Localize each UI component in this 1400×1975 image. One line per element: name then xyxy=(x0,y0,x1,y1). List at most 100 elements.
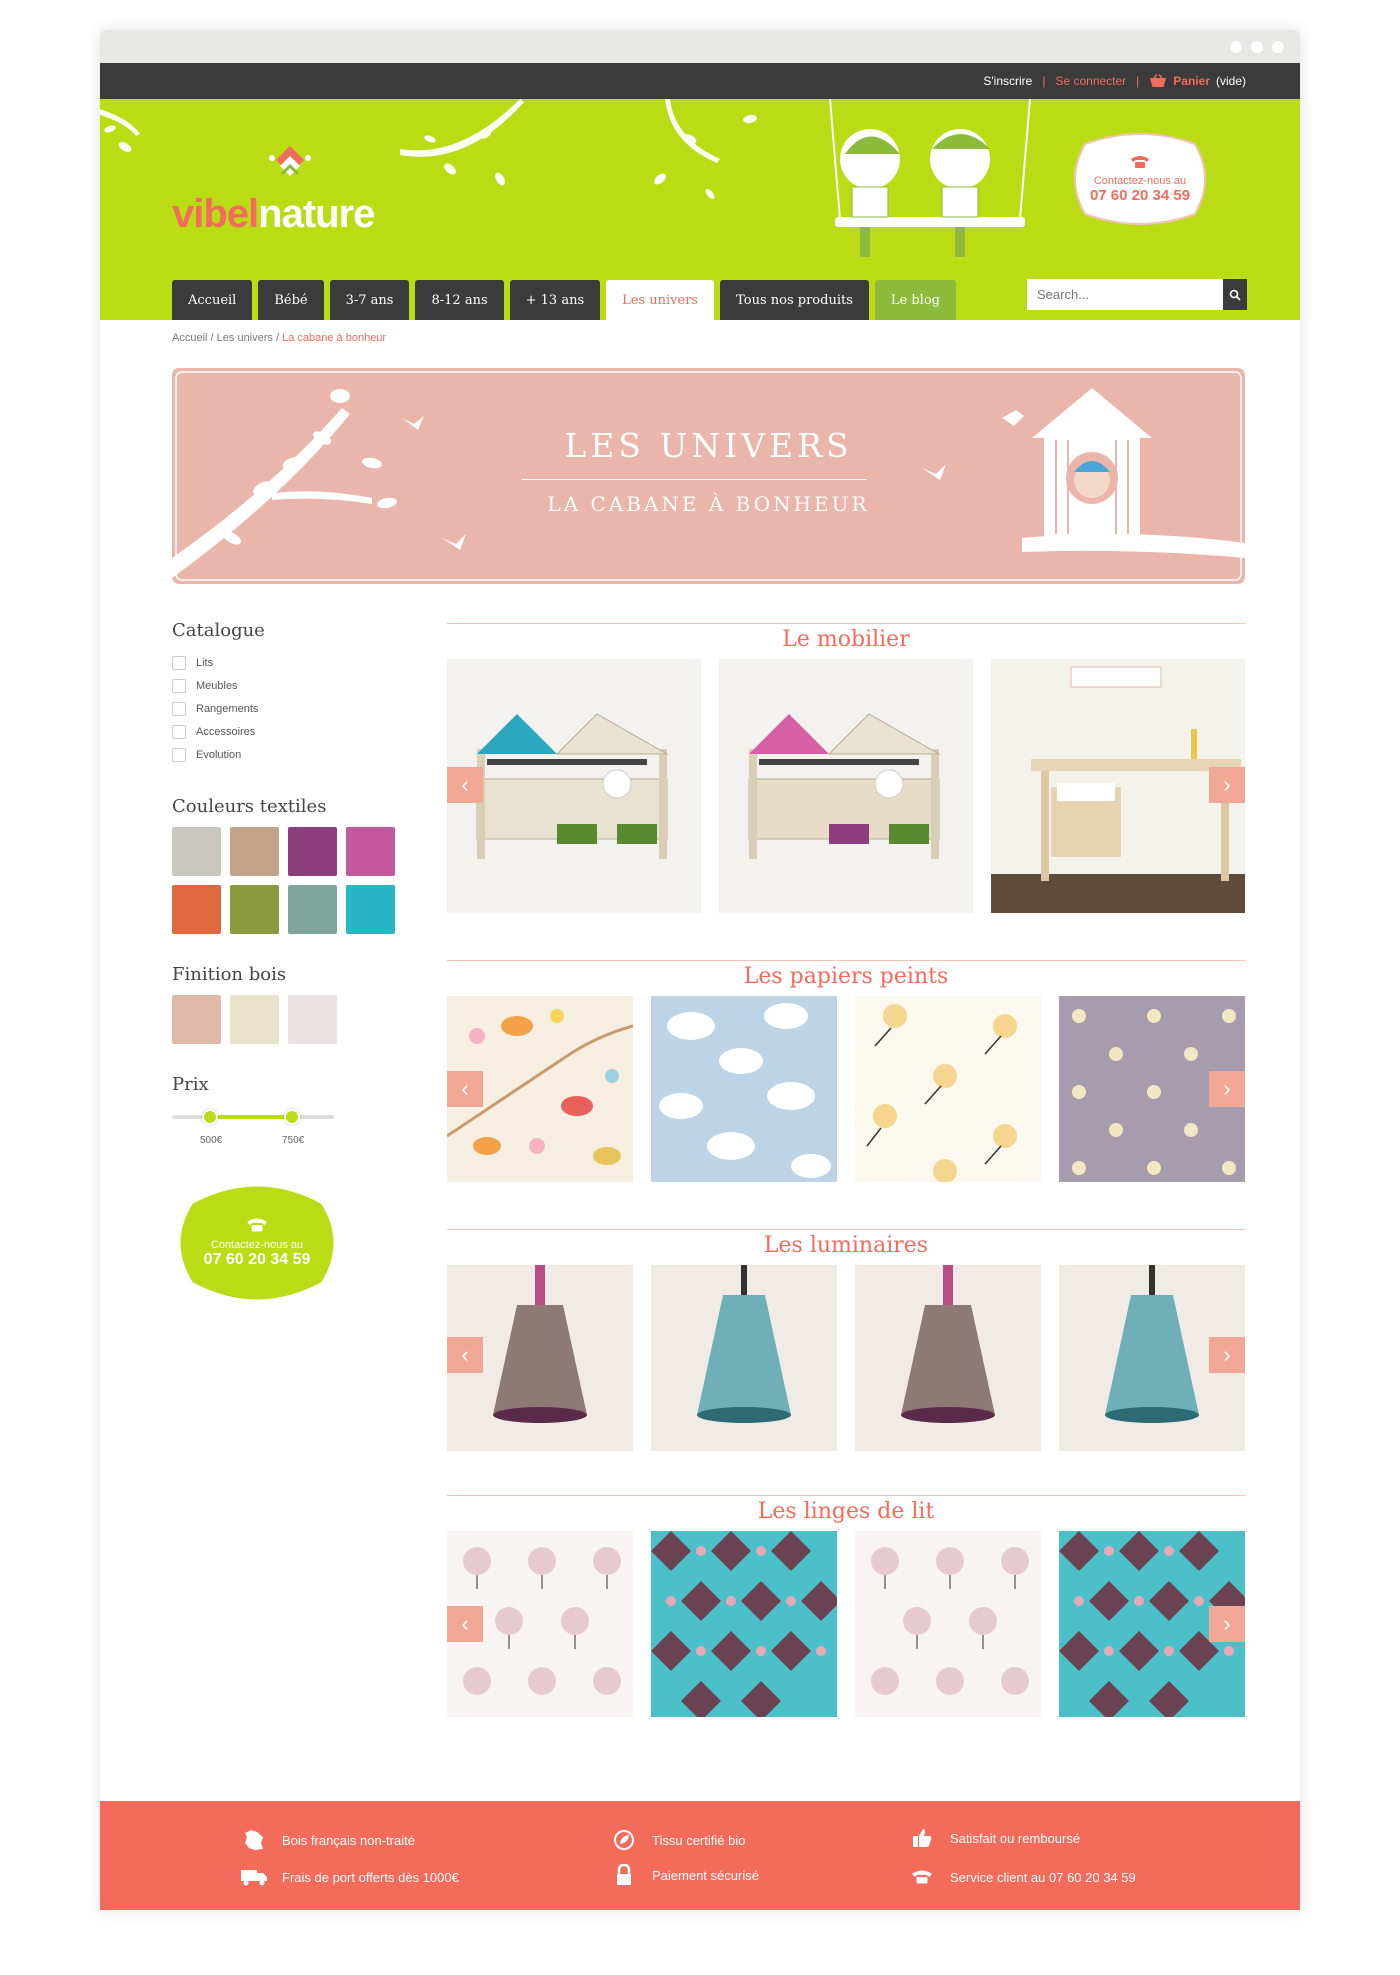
breadcrumb-sep: / xyxy=(275,332,280,344)
trees-wallpaper-image xyxy=(866,1004,1017,1182)
cart-link[interactable]: Panier (vide) xyxy=(1149,74,1246,88)
catalogue-item[interactable]: Lits xyxy=(172,651,412,674)
search-input[interactable] xyxy=(1027,279,1223,310)
checkbox[interactable] xyxy=(172,724,186,739)
textile-swatch[interactable] xyxy=(288,885,337,934)
tree-fabric-image xyxy=(871,1547,1029,1695)
wood-swatch[interactable] xyxy=(172,995,221,1044)
catalogue-item[interactable]: Accessoires xyxy=(172,720,412,743)
carousel-prev-button[interactable]: ‹ xyxy=(447,1071,483,1107)
product-tile[interactable] xyxy=(991,659,1245,913)
textile-swatch[interactable] xyxy=(230,827,279,876)
nav-tab-blog[interactable]: Le blog xyxy=(874,280,956,320)
brand-part-1: vibel xyxy=(172,192,259,236)
browser-chrome xyxy=(100,30,1300,63)
hero-divider xyxy=(522,479,867,480)
brand-logo[interactable]: vibelnature xyxy=(172,144,412,236)
catalogue-item-label: Evolution xyxy=(196,748,242,761)
textile-swatch[interactable] xyxy=(346,827,395,876)
carousel-next-button[interactable]: › xyxy=(1209,767,1245,803)
nav-tab-13plus[interactable]: + 13 ans xyxy=(509,280,601,320)
product-carousel: ‹ › xyxy=(447,1531,1245,1717)
sidebar-contact-badge[interactable]: Contactez-nous au 07 60 20 34 59 xyxy=(172,1173,342,1313)
carousel-next-button[interactable]: › xyxy=(1209,1071,1245,1107)
window-dot-icon[interactable] xyxy=(1251,41,1263,53)
france-map-icon xyxy=(240,1829,268,1851)
search-button[interactable] xyxy=(1223,279,1247,310)
site-header: vibelnature Contactez-nous au 07 60 20 3… xyxy=(100,99,1300,320)
footer-item: Satisfait ou remboursé xyxy=(908,1827,1080,1849)
price-min-handle[interactable] xyxy=(202,1109,218,1125)
chevron-right-icon: › xyxy=(1223,1076,1231,1101)
textile-swatch[interactable] xyxy=(288,827,337,876)
breadcrumb: Accueil / Les univers / La cabane à bonh… xyxy=(172,332,386,344)
thumbs-up-icon xyxy=(908,1827,936,1849)
nav-tab-accueil[interactable]: Accueil xyxy=(172,280,253,320)
carousel-next-button[interactable]: › xyxy=(1209,1337,1245,1373)
brand-part-2: nature xyxy=(258,192,375,236)
leaf-logo-icon xyxy=(269,146,311,176)
product-tile[interactable] xyxy=(855,996,1041,1182)
carousel-prev-button[interactable]: ‹ xyxy=(447,1337,483,1373)
product-tile[interactable] xyxy=(447,659,701,913)
contact-phone: 07 60 20 34 59 xyxy=(1089,186,1191,204)
footer: Bois français non-traité Tissu certifié … xyxy=(100,1801,1300,1910)
nav-tab-produits[interactable]: Tous nos produits xyxy=(720,280,869,320)
product-tile[interactable] xyxy=(651,996,837,1182)
carousel-prev-button[interactable]: ‹ xyxy=(447,767,483,803)
wood-swatch[interactable] xyxy=(288,995,337,1044)
nav-tab-bebe[interactable]: Bébé xyxy=(258,280,324,320)
textile-swatch[interactable] xyxy=(172,827,221,876)
wood-title: Finition bois xyxy=(172,964,287,985)
section-papiers-peints: Les papiers peints ‹ › xyxy=(447,960,1245,1190)
header-contact-bubble[interactable]: Contactez-nous au 07 60 20 34 59 xyxy=(1065,124,1215,234)
breadcrumb-univers[interactable]: Les univers xyxy=(217,332,273,344)
catalogue-item-label: Rangements xyxy=(196,702,259,715)
section-title: Les linges de lit xyxy=(757,1499,935,1524)
price-slider[interactable]: 500€ 750€ xyxy=(172,1105,412,1165)
checkbox[interactable] xyxy=(172,678,186,693)
checkbox[interactable] xyxy=(172,655,186,670)
carousel-prev-button[interactable]: ‹ xyxy=(447,1606,483,1642)
catalogue-title: Catalogue xyxy=(172,620,265,641)
textile-swatch[interactable] xyxy=(230,885,279,934)
window-dot-icon[interactable] xyxy=(1230,41,1242,53)
catalogue-item[interactable]: Meubles xyxy=(172,674,412,697)
price-max-handle[interactable] xyxy=(284,1109,300,1125)
checkbox[interactable] xyxy=(172,701,186,716)
cart-label: Panier xyxy=(1173,74,1210,88)
wood-swatch[interactable] xyxy=(230,995,279,1044)
carousel-next-button[interactable]: › xyxy=(1209,1606,1245,1642)
sidebar: Catalogue Lits Meubles Rangements Access… xyxy=(172,620,412,1313)
product-tile[interactable] xyxy=(855,1265,1041,1451)
product-tile[interactable] xyxy=(719,659,973,913)
section-rule xyxy=(447,1229,1245,1230)
leaf-icon xyxy=(610,1829,638,1851)
signup-link[interactable]: S'inscrire xyxy=(983,74,1032,88)
contact-label: Contactez-nous au xyxy=(1093,174,1187,187)
chevron-left-icon: ‹ xyxy=(461,1611,469,1636)
checkbox[interactable] xyxy=(172,747,186,762)
cabin-bed-image xyxy=(748,713,941,859)
login-link[interactable]: Se connecter xyxy=(1055,74,1126,88)
nav-tab-3-7[interactable]: 3-7 ans xyxy=(329,280,410,320)
footer-item-label: Service client au 07 60 20 34 59 xyxy=(950,1869,1136,1885)
catalogue-item-label: Lits xyxy=(196,656,214,669)
product-carousel: ‹ › xyxy=(447,996,1245,1182)
catalogue-item[interactable]: Rangements xyxy=(172,697,412,720)
window-dot-icon[interactable] xyxy=(1272,41,1284,53)
chevron-right-icon: › xyxy=(1223,772,1231,797)
textile-swatch[interactable] xyxy=(172,885,221,934)
product-tile[interactable] xyxy=(855,1531,1041,1717)
product-tile[interactable] xyxy=(651,1531,837,1717)
textile-title: Couleurs textiles xyxy=(172,796,327,817)
textile-swatch[interactable] xyxy=(346,885,395,934)
hero-illustration xyxy=(172,368,1245,584)
catalogue-item[interactable]: Evolution xyxy=(172,743,412,766)
breadcrumb-home[interactable]: Accueil xyxy=(172,332,207,344)
footer-item: Frais de port offerts dès 1000€ xyxy=(240,1866,459,1888)
product-tile[interactable] xyxy=(651,1265,837,1451)
footer-item: Tissu certifié bio xyxy=(610,1829,745,1851)
nav-tab-8-12[interactable]: 8-12 ans xyxy=(415,280,504,320)
nav-tab-univers[interactable]: Les univers xyxy=(606,280,715,320)
